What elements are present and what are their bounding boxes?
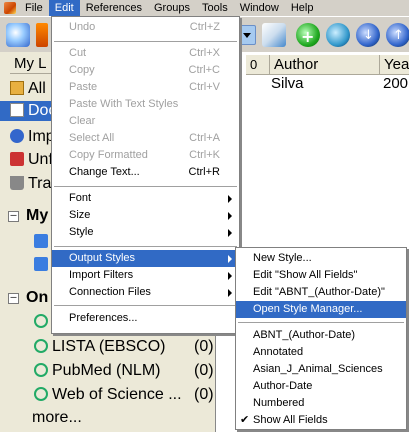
menu-file[interactable]: File — [19, 0, 49, 16]
collapse-my-groups-icon[interactable]: – — [8, 211, 19, 222]
magnifier-icon — [34, 314, 48, 328]
submenu-arrow-icon — [228, 289, 232, 297]
library-icon[interactable] — [6, 23, 30, 47]
online-search-heading: On — [26, 289, 49, 306]
menu-references[interactable]: References — [80, 0, 148, 16]
document-icon — [10, 103, 24, 117]
unfiled-icon — [10, 152, 24, 166]
submenu-arrow-icon — [228, 272, 232, 280]
menu-help[interactable]: Help — [285, 0, 320, 16]
menu-item-clear[interactable]: Clear — [52, 113, 239, 130]
import-icon — [10, 129, 24, 143]
search-icon[interactable] — [326, 23, 350, 47]
download-icon[interactable]: ↓ — [356, 23, 380, 47]
menu-item-import-filters[interactable]: Import Filters — [52, 267, 239, 284]
menu-tools[interactable]: Tools — [196, 0, 234, 16]
folder-icon-shape — [34, 234, 48, 248]
menu-separator — [54, 246, 237, 247]
menu-item-edit-abnt[interactable]: Edit "ABNT_(Author-Date)" — [236, 284, 406, 301]
submenu-arrow-icon — [228, 212, 232, 220]
book-icon — [10, 81, 24, 95]
online-search-icon[interactable] — [34, 312, 52, 332]
group-trash[interactable]: Tra — [10, 174, 51, 194]
checkmark-icon: ✔ — [240, 414, 250, 426]
menu-item-paste[interactable]: Paste Ctrl+V — [52, 79, 239, 96]
group-all-references[interactable]: All I — [10, 79, 55, 99]
year-column-header[interactable]: Yea — [380, 55, 409, 75]
edit-menu: Undo Ctrl+Z Cut Ctrl+X Copy Ctrl+C Paste Ctr… — [51, 16, 240, 334]
my-groups-heading: My — [26, 207, 49, 224]
attachment-column-header[interactable]: 0 — [246, 55, 270, 75]
menu-groups[interactable]: Groups — [148, 0, 196, 16]
menu-item-style-show-all-fields[interactable]: ✔ Show All Fields — [236, 412, 406, 429]
menu-item-new-style[interactable]: New Style... — [236, 250, 406, 267]
menu-item-output-styles[interactable]: Output Styles — [52, 250, 239, 267]
menu-item-style-numbered[interactable]: Numbered — [236, 395, 406, 412]
magnifier-icon — [34, 339, 48, 353]
online-item-lista[interactable]: LISTA (EBSCO) (0) — [34, 337, 239, 357]
menu-item-style-annotated[interactable]: Annotated — [236, 344, 406, 361]
year-cell[interactable]: 200 — [383, 75, 408, 93]
menu-separator — [238, 322, 404, 323]
group-unfiled[interactable]: Unf — [10, 150, 53, 170]
menu-item-connection-files[interactable]: Connection Files — [52, 284, 239, 301]
menu-item-style-asian-j[interactable]: Asian_J_Animal_Sciences — [236, 361, 406, 378]
open-document-icon[interactable] — [262, 23, 286, 47]
trash-icon — [10, 176, 24, 190]
upload-icon[interactable]: ↑ — [386, 23, 409, 47]
menu-separator — [54, 41, 237, 42]
menu-item-font[interactable]: Font — [52, 190, 239, 207]
menu-item-change-text[interactable]: Change Text... Ctrl+R — [52, 164, 239, 181]
magnifier-icon — [34, 387, 48, 401]
group-imported[interactable]: Imp — [10, 127, 55, 147]
menu-item-open-style-manager[interactable]: Open Style Manager... — [236, 301, 406, 318]
online-item-web-of-science[interactable]: Web of Science ... (0) — [34, 385, 239, 405]
submenu-arrow-icon — [228, 229, 232, 237]
menu-item-cut[interactable]: Cut Ctrl+X — [52, 45, 239, 62]
app-icon — [4, 2, 16, 14]
submenu-arrow-icon — [228, 255, 232, 263]
menu-item-style-abnt[interactable]: ABNT_(Author-Date) — [236, 327, 406, 344]
collapse-online-icon[interactable]: – — [8, 293, 19, 304]
menu-item-edit-show-all-fields[interactable]: Edit "Show All Fields" — [236, 267, 406, 284]
output-styles-submenu: New Style... Edit "Show All Fields" Edit… — [235, 247, 407, 430]
style-icon[interactable] — [36, 23, 48, 47]
menu-item-select-all[interactable]: Select All Ctrl+A — [52, 130, 239, 147]
author-column-header[interactable]: Author — [270, 55, 380, 75]
folder-icon[interactable] — [34, 255, 52, 275]
menu-item-style[interactable]: Style — [52, 224, 239, 241]
menu-edit[interactable]: Edit — [48, 0, 80, 16]
online-item-pubmed[interactable]: PubMed (NLM) (0) — [34, 361, 239, 381]
menubar: File Edit References Groups Tools Window… — [0, 0, 409, 16]
menu-window[interactable]: Window — [234, 0, 285, 16]
menu-item-copy[interactable]: Copy Ctrl+C — [52, 62, 239, 79]
style-dropdown-button[interactable] — [238, 25, 256, 45]
menu-item-preferences[interactable]: Preferences... — [52, 310, 239, 327]
menu-item-size[interactable]: Size — [52, 207, 239, 224]
author-cell[interactable]: Silva — [271, 75, 304, 93]
add-icon[interactable]: + — [296, 23, 320, 47]
submenu-arrow-icon — [228, 195, 232, 203]
folder-icon-shape — [34, 257, 48, 271]
menu-separator — [54, 305, 237, 306]
menu-item-paste-with-text-styles[interactable]: Paste With Text Styles — [52, 96, 239, 113]
menu-item-copy-formatted[interactable]: Copy Formatted Ctrl+K — [52, 147, 239, 164]
folder-icon[interactable] — [34, 232, 52, 252]
menu-separator — [54, 186, 237, 187]
magnifier-icon — [34, 363, 48, 377]
menu-item-undo[interactable]: Undo Ctrl+Z — [52, 19, 239, 36]
more-link[interactable]: more... — [32, 408, 82, 428]
menu-item-style-author-date[interactable]: Author-Date — [236, 378, 406, 395]
